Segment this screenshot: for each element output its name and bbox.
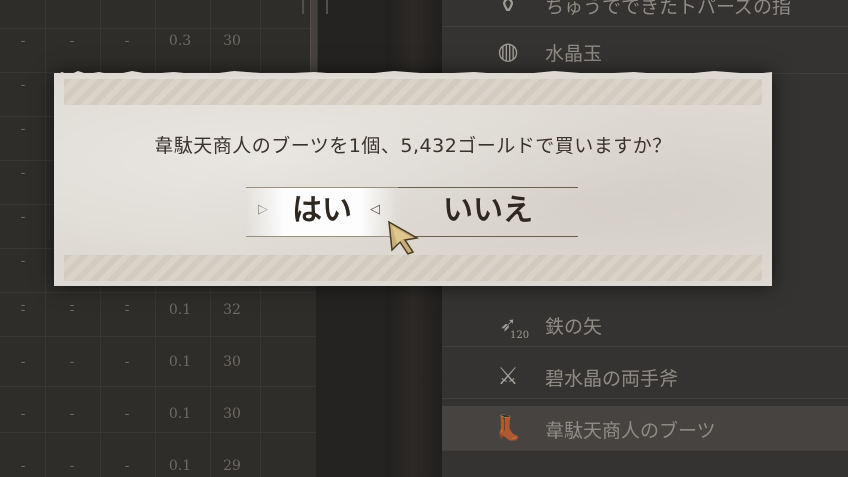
ornament-band-bottom <box>64 255 762 281</box>
no-label: いいえ <box>443 193 533 228</box>
ornament-band-top <box>64 79 762 105</box>
torn-edge-top <box>54 71 772 76</box>
pointer-cursor-icon <box>388 220 420 255</box>
purchase-confirm-dialog: 韋駄天商人のブーツを1個、5,432ゴールドで買いますか？ ▷ はい ◁ いいえ <box>54 71 772 286</box>
selection-arrow-right-icon: ◁ <box>370 202 380 217</box>
confirm-message: 韋駄天商人のブーツを1個、5,432ゴールドで買いますか？ <box>154 135 672 157</box>
no-button[interactable]: いいえ <box>398 187 578 237</box>
